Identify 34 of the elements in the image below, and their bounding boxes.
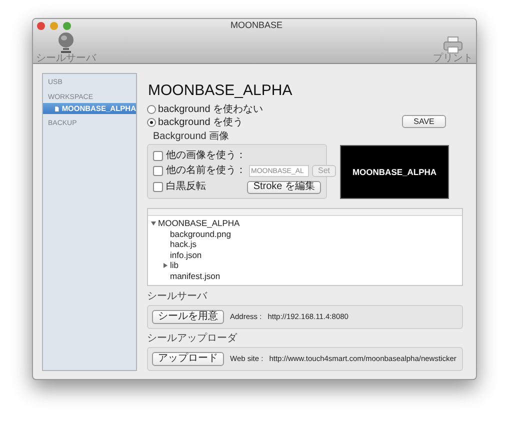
document-icon [55,104,59,112]
radio-button[interactable] [147,118,156,127]
stroke-button[interactable]: Stroke を編集 [247,180,321,194]
radio-option[interactable]: background を使う [147,117,264,128]
preview-image: MOONBASE_ALPHA [340,145,449,199]
radio-option[interactable]: background を使わない [147,104,264,115]
checkbox-label: 白黒反転 [166,182,206,192]
checkbox[interactable] [153,166,163,176]
action-button[interactable]: アップロード [152,352,224,366]
globe-icon [57,32,75,54]
expand-triangle-icon[interactable] [163,262,168,268]
close-icon[interactable] [37,22,45,30]
tree-item[interactable]: info.json [170,250,202,259]
tree-item[interactable]: hack.js [170,240,196,248]
checkbox-label: 他の名前を使う： [166,166,246,176]
save-button[interactable]: SAVE [402,115,446,128]
collapse-triangle-icon[interactable] [151,220,156,226]
tree-item[interactable]: background.png [170,230,231,238]
tree-item[interactable]: manifest.json [170,272,220,280]
tree-item[interactable]: lib [170,261,179,270]
checkbox[interactable] [153,182,163,192]
group-label: Background 画像 [153,132,230,142]
workspace-title: MOONBASE_ALPHA [148,83,294,98]
section-label: シールアップローダ [147,334,238,344]
checkbox-label: 他の画像を使う： [166,150,246,160]
minimize-icon[interactable] [50,22,58,30]
zoom-icon[interactable] [63,22,71,30]
radio-button[interactable] [147,105,156,114]
window-title: MOONBASE [229,19,284,32]
checkbox[interactable] [153,150,163,160]
action-button[interactable]: シールを用意 [152,310,224,324]
tree-item[interactable]: MOONBASE_ALPHA [158,219,240,228]
section-label: シールサーバ [147,292,208,302]
printer-icon [443,36,463,54]
